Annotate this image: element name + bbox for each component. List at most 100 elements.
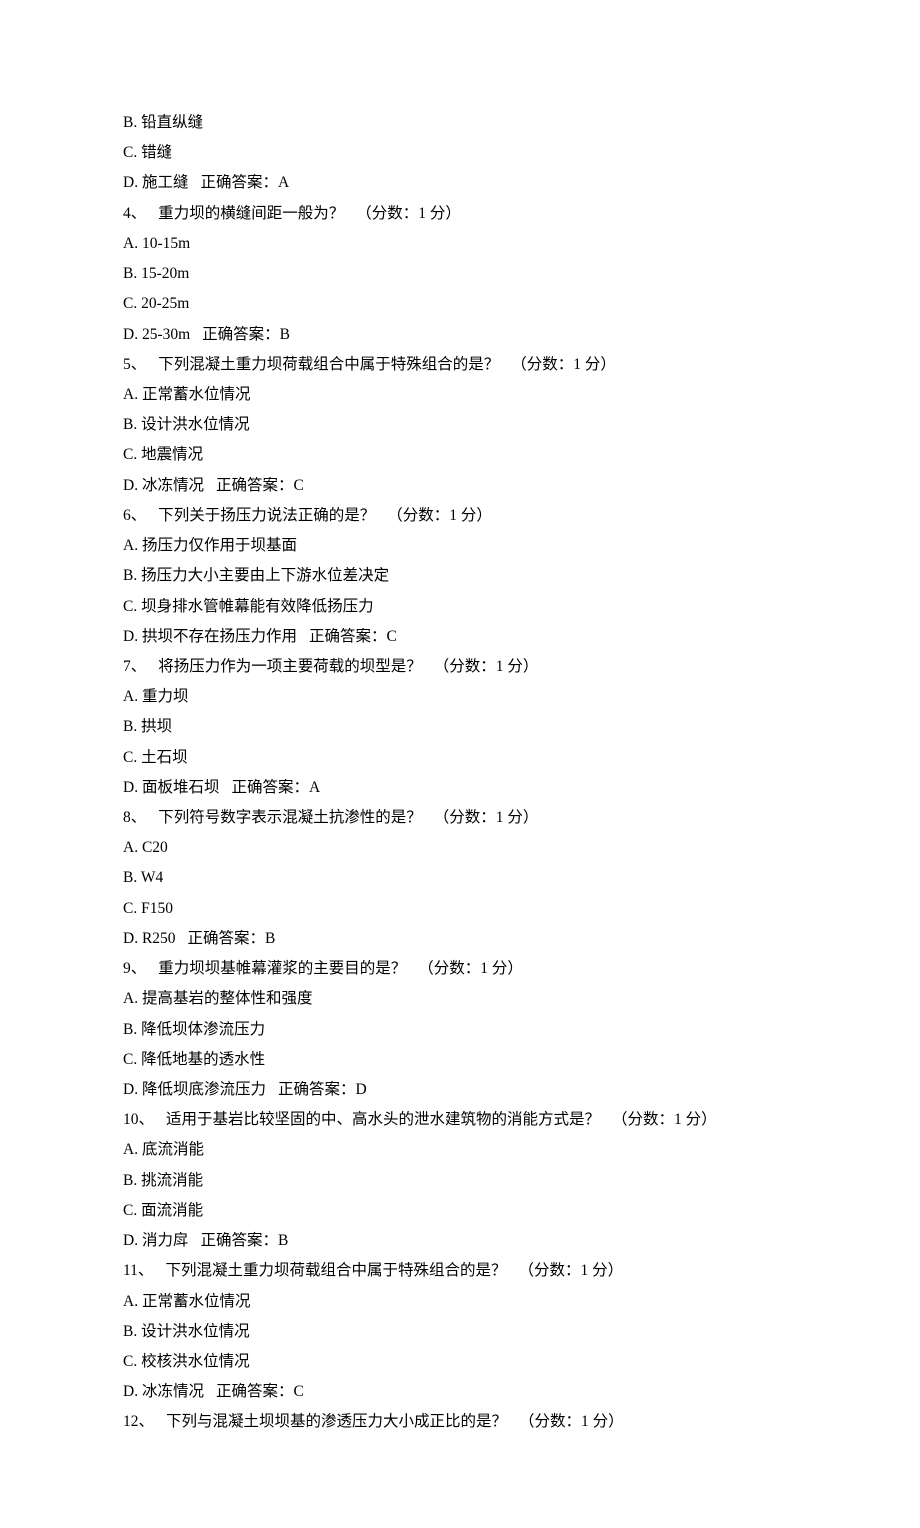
option-dot: . (134, 990, 142, 1007)
option-letter: B (123, 567, 133, 584)
option-letter: D (123, 477, 134, 494)
question-number: 6、 (123, 507, 146, 524)
question-line: 12、下列与混凝土坝坝基的渗透压力大小成正比的是？（分数：1 分） (123, 1407, 797, 1437)
option-text: 面板堆石坝 (142, 779, 220, 796)
option-dot: . (133, 295, 141, 312)
option-dot: . (134, 688, 142, 705)
question-number: 4、 (123, 205, 146, 222)
question-score: （分数：1 分） (612, 1111, 717, 1128)
option-dot: . (134, 235, 142, 252)
question-number: 7、 (123, 658, 146, 675)
option-letter: A (123, 1293, 134, 1310)
question-text: 下列混凝土重力坝荷载组合中属于特殊组合的是？ (165, 1262, 506, 1279)
option-text: 校核洪水位情况 (141, 1353, 250, 1370)
question-line: 9、重力坝坝基帷幕灌浆的主要目的是？（分数：1 分） (123, 954, 797, 984)
option-line: A. 10-15m (123, 229, 797, 259)
option-letter: C (123, 598, 133, 615)
option-line: B. 15-20m (123, 259, 797, 289)
option-letter: D (123, 174, 134, 191)
option-letter: C (123, 1051, 133, 1068)
answer-text: 正确答案：D (278, 1081, 367, 1098)
option-text: 面流消能 (141, 1202, 203, 1219)
question-score: （分数：1 分） (418, 960, 523, 977)
option-dot: . (134, 779, 142, 796)
option-text: 坝身排水管帷幕能有效降低扬压力 (141, 598, 374, 615)
option-line: A. 提高基岩的整体性和强度 (123, 984, 797, 1014)
option-line: B. W4 (123, 863, 797, 893)
option-dot: . (133, 749, 141, 766)
question-text: 重力坝的横缝间距一般为？ (158, 205, 344, 222)
question-line: 6、下列关于扬压力说法正确的是？（分数：1 分） (123, 501, 797, 531)
option-line: C. 错缝 (123, 138, 797, 168)
option-line: D. 降低坝底渗流压力正确答案：D (123, 1075, 797, 1105)
option-text: 扬压力仅作用于坝基面 (142, 537, 297, 554)
option-line: D. 消力戽正确答案：B (123, 1226, 797, 1256)
option-text: 正常蓄水位情况 (142, 1293, 251, 1310)
option-line: B. 拱坝 (123, 712, 797, 742)
option-dot: . (134, 1141, 142, 1158)
question-number: 8、 (123, 809, 146, 826)
option-dot: . (134, 326, 142, 343)
option-text: F150 (141, 900, 173, 917)
answer-text: 正确答案：B (200, 1232, 288, 1249)
option-text: 拱坝 (141, 718, 172, 735)
option-dot: . (133, 598, 141, 615)
option-letter: A (123, 990, 134, 1007)
question-text: 将扬压力作为一项主要荷载的坝型是？ (158, 658, 422, 675)
option-dot: . (134, 1383, 142, 1400)
option-dot: . (133, 1021, 141, 1038)
option-line: A. 底流消能 (123, 1135, 797, 1165)
question-line: 7、将扬压力作为一项主要荷载的坝型是？（分数：1 分） (123, 652, 797, 682)
option-letter: C (123, 144, 133, 161)
option-dot: . (134, 537, 142, 554)
question-number: 10、 (123, 1111, 154, 1128)
option-dot: . (134, 174, 142, 191)
option-text: 降低地基的透水性 (141, 1051, 265, 1068)
option-line: D. 25-30m正确答案：B (123, 320, 797, 350)
answer-text: 正确答案：A (231, 779, 320, 796)
option-letter: D (123, 779, 134, 796)
option-text: C20 (142, 839, 168, 856)
option-text: 重力坝 (142, 688, 189, 705)
question-score: （分数：1 分） (434, 809, 539, 826)
option-dot: . (133, 567, 141, 584)
option-letter: A (123, 537, 134, 554)
option-letter: B (123, 1323, 133, 1340)
option-letter: B (123, 114, 133, 131)
option-letter: D (123, 1232, 134, 1249)
option-letter: D (123, 1081, 134, 1098)
option-line: B. 挑流消能 (123, 1166, 797, 1196)
option-dot: . (133, 1202, 141, 1219)
option-line: B. 降低坝体渗流压力 (123, 1015, 797, 1045)
option-letter: A (123, 386, 134, 403)
option-letter: C (123, 1353, 133, 1370)
option-line: C. 降低地基的透水性 (123, 1045, 797, 1075)
option-dot: . (134, 930, 142, 947)
option-text: 冰冻情况 (142, 1383, 204, 1400)
question-number: 5、 (123, 356, 146, 373)
option-letter: B (123, 1021, 133, 1038)
option-line: B. 铅直纵缝 (123, 108, 797, 138)
option-text: 降低坝体渗流压力 (141, 1021, 265, 1038)
option-line: A. 重力坝 (123, 682, 797, 712)
option-text: R250 (142, 930, 176, 947)
document-page: B. 铅直纵缝C. 错缝D. 施工缝正确答案：A4、重力坝的横缝间距一般为？（分… (0, 0, 920, 1528)
question-line: 10、适用于基岩比较坚固的中、高水头的泄水建筑物的消能方式是？（分数：1 分） (123, 1105, 797, 1135)
question-score: （分数：1 分） (387, 507, 492, 524)
option-line: D. 拱坝不存在扬压力作用正确答案：C (123, 622, 797, 652)
option-letter: B (123, 416, 133, 433)
question-score: （分数：1 分） (511, 356, 616, 373)
option-line: C. 土石坝 (123, 743, 797, 773)
question-score: （分数：1 分） (518, 1262, 623, 1279)
question-text: 重力坝坝基帷幕灌浆的主要目的是？ (158, 960, 406, 977)
option-letter: B (123, 1172, 133, 1189)
option-dot: . (133, 900, 141, 917)
option-line: B. 设计洪水位情况 (123, 410, 797, 440)
option-dot: . (134, 839, 142, 856)
option-text: 铅直纵缝 (141, 114, 203, 131)
option-letter: D (123, 930, 134, 947)
answer-text: 正确答案：C (216, 477, 304, 494)
question-line: 5、下列混凝土重力坝荷载组合中属于特殊组合的是？（分数：1 分） (123, 350, 797, 380)
question-number: 12、 (123, 1413, 154, 1430)
question-score: （分数：1 分） (356, 205, 461, 222)
